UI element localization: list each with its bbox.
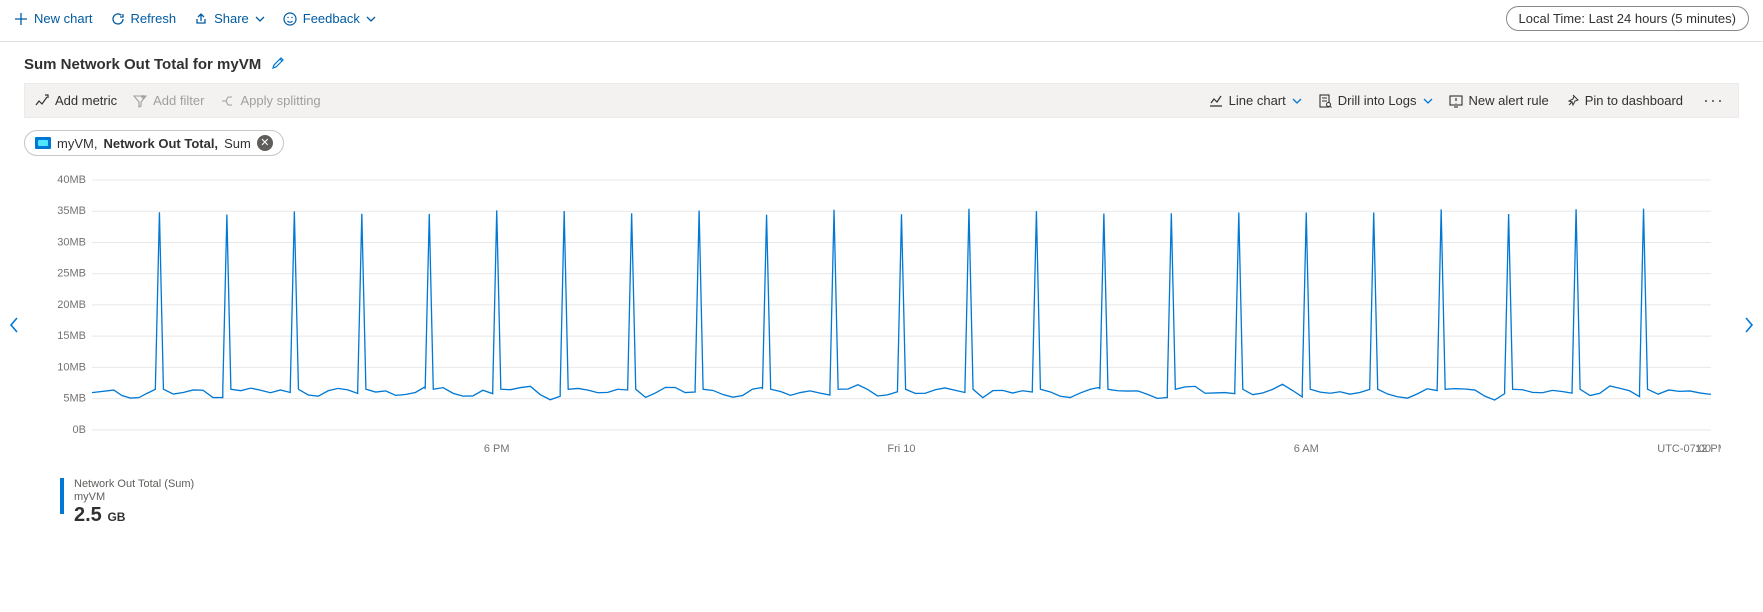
add-filter-label: Add filter [153, 93, 204, 108]
chart-svg[interactable]: 0B 5MB 10MB 15MB 20MB 25MB 30MB 35MB 40MB 6 PM Fri… [42, 170, 1721, 470]
refresh-icon [111, 12, 125, 26]
svg-text:40MB: 40MB [57, 174, 86, 186]
line-chart-icon [1209, 94, 1223, 108]
more-options-button[interactable]: ··· [1699, 90, 1728, 111]
apply-splitting-label: Apply splitting [240, 93, 320, 108]
new-chart-label: New chart [34, 11, 93, 26]
chart-title: Sum Network Out Total for myVM [24, 56, 261, 73]
chart-type-label: Line chart [1229, 93, 1286, 108]
svg-text:30MB: 30MB [57, 236, 86, 248]
chevron-right-icon [1743, 316, 1755, 334]
top-toolbar-left: New chart Refresh Share Feedback [14, 11, 376, 26]
add-metric-button[interactable]: Add metric [35, 93, 117, 108]
vm-icon [35, 137, 51, 149]
legend-unit: GB [107, 510, 125, 524]
chart-toolbar: Add metric Add filter Apply splitting Li… [24, 83, 1739, 118]
drill-into-logs-label: Drill into Logs [1338, 93, 1417, 108]
drill-into-logs-button[interactable]: Drill into Logs [1318, 93, 1433, 108]
chevron-left-icon [8, 316, 20, 334]
previous-timerange-button[interactable] [2, 310, 26, 345]
metric-pill[interactable]: myVM, Network Out Total, Sum ✕ [24, 130, 284, 156]
pin-to-dashboard-label: Pin to dashboard [1585, 93, 1683, 108]
logs-icon [1318, 94, 1332, 108]
svg-text:35MB: 35MB [57, 205, 86, 217]
legend-text: Network Out Total (Sum) myVM 2.5 GB [74, 478, 194, 527]
share-icon [194, 12, 208, 26]
share-button[interactable]: Share [194, 11, 265, 26]
new-chart-button[interactable]: New chart [14, 11, 93, 26]
chevron-down-icon [255, 14, 265, 24]
new-alert-rule-label: New alert rule [1469, 93, 1549, 108]
chart-type-button[interactable]: Line chart [1209, 93, 1302, 108]
svg-text:UTC-07:00: UTC-07:00 [1657, 443, 1711, 455]
chevron-down-icon [366, 14, 376, 24]
metric-pill-agg: Sum [224, 136, 251, 151]
legend-resource-name: myVM [74, 491, 194, 504]
filter-icon [133, 94, 147, 108]
alert-icon [1449, 94, 1463, 108]
remove-metric-button[interactable]: ✕ [257, 135, 273, 151]
share-label: Share [214, 11, 249, 26]
edit-title-button[interactable] [271, 56, 285, 73]
svg-text:Fri 10: Fri 10 [887, 443, 915, 455]
time-range-label: Local Time: Last 24 hours (5 minutes) [1519, 11, 1737, 26]
feedback-button[interactable]: Feedback [283, 11, 376, 26]
smiley-icon [283, 12, 297, 26]
legend-value: 2.5 [74, 504, 102, 526]
new-alert-rule-button[interactable]: New alert rule [1449, 93, 1549, 108]
svg-text:15MB: 15MB [57, 330, 86, 342]
svg-text:25MB: 25MB [57, 268, 86, 280]
chart-toolbar-right: Line chart Drill into Logs New alert rul… [1209, 90, 1728, 111]
chevron-down-icon [1292, 96, 1302, 106]
pin-icon [1565, 94, 1579, 108]
pin-to-dashboard-button[interactable]: Pin to dashboard [1565, 93, 1683, 108]
plus-icon [14, 12, 28, 26]
metric-pill-resource: myVM, [57, 136, 97, 151]
svg-text:6 PM: 6 PM [484, 443, 510, 455]
metric-pill-metric: Network Out Total, [103, 136, 218, 151]
metric-pill-row: myVM, Network Out Total, Sum ✕ [0, 118, 1763, 160]
svg-text:10MB: 10MB [57, 361, 86, 373]
add-metric-icon [35, 94, 49, 108]
chart-container: 0B 5MB 10MB 15MB 20MB 25MB 30MB 35MB 40MB 6 PM Fri… [0, 170, 1763, 527]
time-range-pill[interactable]: Local Time: Last 24 hours (5 minutes) [1506, 6, 1750, 31]
top-toolbar: New chart Refresh Share Feedback Local T… [0, 0, 1763, 42]
feedback-label: Feedback [303, 11, 360, 26]
legend: Network Out Total (Sum) myVM 2.5 GB [60, 478, 1721, 527]
chart-toolbar-left: Add metric Add filter Apply splitting [35, 93, 321, 108]
refresh-button[interactable]: Refresh [111, 11, 177, 26]
split-icon [220, 94, 234, 108]
add-metric-label: Add metric [55, 93, 117, 108]
chevron-down-icon [1423, 96, 1433, 106]
apply-splitting-button[interactable]: Apply splitting [220, 93, 320, 108]
svg-text:5MB: 5MB [63, 393, 86, 405]
refresh-label: Refresh [131, 11, 177, 26]
legend-swatch [60, 478, 64, 514]
legend-metric-name: Network Out Total (Sum) [74, 478, 194, 491]
svg-text:6 AM: 6 AM [1294, 443, 1319, 455]
pencil-icon [271, 56, 285, 70]
svg-text:0B: 0B [73, 424, 86, 436]
chart-title-row: Sum Network Out Total for myVM [0, 42, 1763, 83]
next-timerange-button[interactable] [1737, 310, 1761, 345]
svg-text:20MB: 20MB [57, 299, 86, 311]
add-filter-button[interactable]: Add filter [133, 93, 204, 108]
plot-area: 0B 5MB 10MB 15MB 20MB 25MB 30MB 35MB 40MB 6 PM Fri… [42, 170, 1721, 470]
